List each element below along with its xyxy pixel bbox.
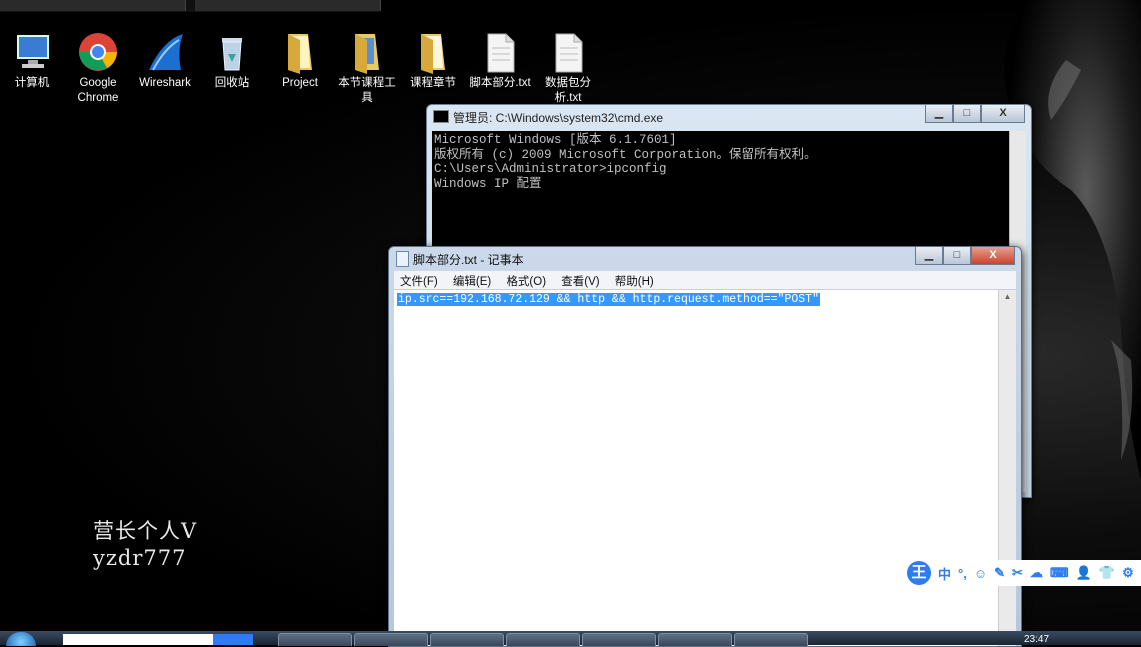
console-line: 版权所有 (c) 2009 Microsoft Corporation。保留所有… [434, 147, 817, 162]
desktop-icon-computer[interactable]: 计算机 [0, 30, 64, 91]
desktop-icon-label: 本节课程工具 [338, 77, 396, 104]
desktop-icon-project[interactable]: Project [268, 30, 332, 91]
console-line: Microsoft Windows [版本 6.1.7601] [434, 133, 677, 147]
watermark-line: yzdr777 [93, 546, 187, 570]
desktop-icon-label: 回收站 [214, 77, 250, 89]
maximize-button[interactable]: □ [943, 247, 971, 265]
ime-keyboard-icon[interactable]: ⌨ [1050, 565, 1069, 581]
watermark-line: 营长个人V [93, 519, 198, 543]
taskbar-item-notepad[interactable] [734, 633, 808, 646]
ime-logo-icon[interactable]: 王 [907, 561, 931, 585]
notepad-editor[interactable]: ip.src==192.168.72.129 && http && http.r… [394, 290, 998, 646]
desktop-icon-course-tools[interactable]: 本节课程工具 [335, 30, 399, 106]
recycle-bin-icon [210, 30, 254, 74]
ime-skin-icon[interactable]: 👕 [1099, 565, 1115, 581]
minimize-button[interactable]: ▁ [925, 105, 953, 123]
taskbar-item-app[interactable] [506, 633, 580, 646]
ime-user-icon[interactable]: 👤 [1076, 565, 1092, 581]
background-tab [0, 0, 186, 11]
folder-icon [278, 30, 322, 74]
desktop-icon-chrome[interactable]: Google Chrome [66, 30, 130, 106]
desktop-icon-recycle-bin[interactable]: 回收站 [200, 30, 264, 91]
cmd-icon [433, 110, 449, 123]
desktop-icon-label: Wireshark [139, 77, 191, 89]
chrome-icon [76, 30, 120, 74]
desktop-icon-label: 脚本部分.txt [469, 77, 531, 89]
cmd-title: 管理员: C:\Windows\system32\cmd.exe [453, 111, 664, 125]
ime-mode-toggle[interactable]: 中 [938, 564, 951, 583]
scroll-up-icon[interactable]: ▲ [999, 292, 1016, 301]
taskbar-clock[interactable]: 23:47 [1024, 634, 1049, 645]
notepad-menubar: 文件(F) 编辑(E) 格式(O) 查看(V) 帮助(H) [394, 271, 1016, 290]
text-file-icon [546, 30, 590, 74]
taskbar-search-button[interactable] [213, 634, 253, 645]
minimize-button[interactable]: ▁ [915, 247, 943, 265]
maximize-button[interactable]: □ [953, 105, 981, 123]
desktop-icon-wireshark[interactable]: Wireshark [133, 30, 197, 91]
computer-icon [10, 30, 54, 74]
notepad-title: 脚本部分.txt - 记事本 [413, 253, 524, 267]
desktop-icon-label: Google Chrome [77, 77, 119, 104]
desktop-icon-script-txt[interactable]: 脚本部分.txt [468, 30, 532, 91]
ime-punctuation-icon[interactable]: °, [958, 566, 967, 581]
background-window-strip [0, 0, 381, 12]
taskbar-item-app[interactable] [430, 633, 504, 646]
taskbar-item-explorer[interactable] [278, 633, 352, 646]
cmd-titlebar[interactable]: 管理员: C:\Windows\system32\cmd.exe ▁ □ X [427, 105, 1031, 127]
menu-format[interactable]: 格式(O) [500, 271, 552, 289]
text-file-icon [478, 30, 522, 74]
folder-icon [411, 30, 455, 74]
desktop-icon-label: Project [282, 77, 318, 89]
menu-file[interactable]: 文件(F) [394, 271, 444, 289]
ime-handwrite-icon[interactable]: ✎ [994, 565, 1005, 581]
background-tab [195, 0, 381, 11]
desktop-icon-packet-analysis-txt[interactable]: 数据包分析.txt [536, 30, 600, 106]
console-line: Windows IP 配置 [434, 176, 542, 191]
notepad-icon [396, 251, 409, 267]
close-button[interactable]: X [981, 105, 1025, 123]
desktop-icon-course-chapters[interactable]: 课程章节 [401, 30, 465, 91]
notepad-window[interactable]: 脚本部分.txt - 记事本 ▁ □ X 文件(F) 编辑(E) 格式(O) 查… [388, 246, 1022, 647]
notepad-titlebar[interactable]: 脚本部分.txt - 记事本 ▁ □ X [389, 247, 1021, 269]
ime-toolbar[interactable]: 王 中 °, ☺ ✎ ✂ ☁ ⌨ 👤 👕 ⚙ [906, 560, 1141, 586]
desktop-icon-label: 数据包分析.txt [545, 77, 591, 104]
taskbar-search-input[interactable] [63, 634, 213, 645]
taskbar-item-cmd[interactable] [658, 633, 732, 646]
close-button[interactable]: X [971, 247, 1015, 265]
ime-cloud-icon[interactable]: ☁ [1030, 565, 1043, 581]
ime-scissors-icon[interactable]: ✂ [1012, 565, 1023, 581]
ime-emoji-icon[interactable]: ☺ [974, 566, 987, 581]
wireshark-icon [143, 30, 187, 74]
console-line: C:\Users\Administrator>ipconfig [434, 162, 667, 176]
folder-icon [345, 30, 389, 74]
taskbar-item-chrome[interactable] [354, 633, 428, 646]
selected-text[interactable]: ip.src==192.168.72.129 && http && http.r… [397, 293, 820, 306]
desktop-icon-label: 计算机 [14, 77, 50, 89]
ime-settings-icon[interactable]: ⚙ [1122, 565, 1134, 581]
menu-edit[interactable]: 编辑(E) [447, 271, 497, 289]
desktop-icon-label: 课程章节 [410, 77, 456, 89]
taskbar-item-app[interactable] [582, 633, 656, 646]
notepad-scrollbar[interactable]: ▲ [998, 290, 1016, 646]
menu-view[interactable]: 查看(V) [555, 271, 605, 289]
menu-help[interactable]: 帮助(H) [609, 271, 660, 289]
